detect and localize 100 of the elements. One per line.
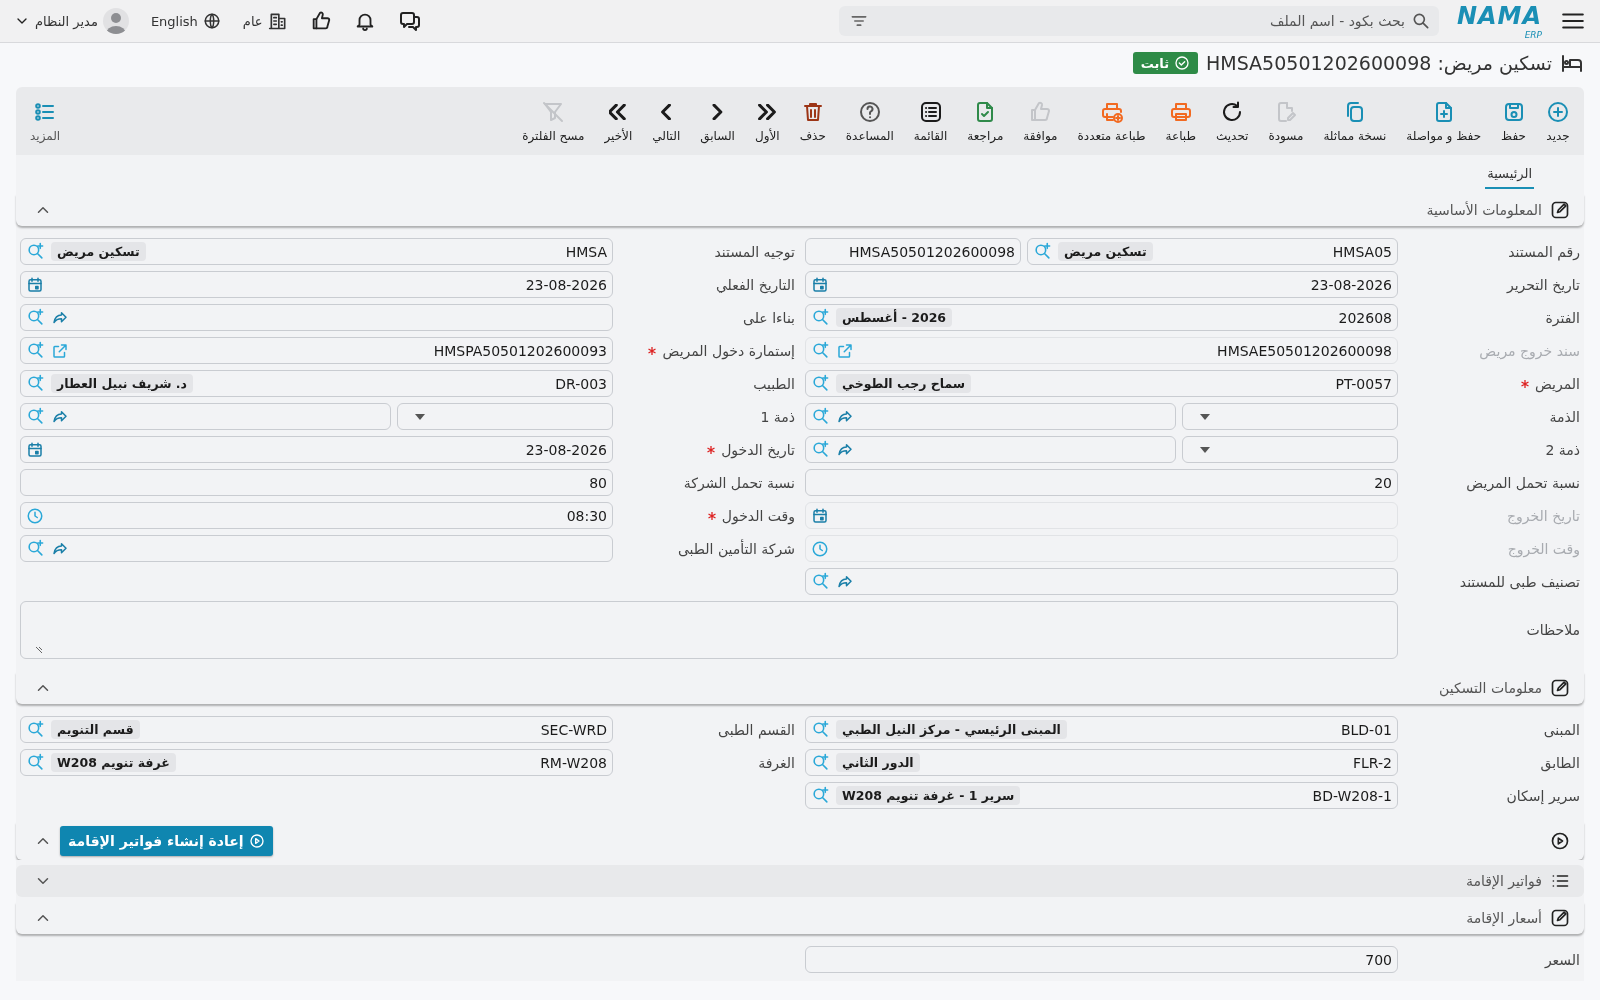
field-label: سند خروج مريض [1479,342,1580,359]
lookup-name: 2026 - أغسطس [836,308,953,327]
external-link-icon [51,341,69,360]
field-label: الغرفة [758,754,795,771]
thumbs-up-icon [1028,99,1053,124]
section-header[interactable]: أسعار الإقامة [16,902,1584,934]
date-field[interactable]: 23-08-2026 [805,271,1398,298]
search-plus-icon [26,407,45,426]
field-label: نسبة تحمل المريض [1466,474,1580,491]
previous-button[interactable]: السابق [692,95,743,147]
logo: NAMA ERP [1456,2,1542,40]
save-button[interactable]: حفظ [1493,95,1534,147]
list-button[interactable]: القائمة [905,95,956,147]
field-label: الطبيب [753,375,795,392]
lookup-name: سماح رجب الطوخي [836,374,972,393]
section-header[interactable]: فواتير الإقامة [16,865,1584,897]
print-button[interactable]: طباعة [1157,95,1204,147]
regenerate-invoices-button[interactable]: إعادة إنشاء فواتير الإقامة [60,826,273,856]
number-field[interactable]: 80 [20,469,613,496]
search-plus-icon [811,341,830,360]
field-label: شركة التأمين الطبى [677,540,795,557]
search-plus-icon [811,753,830,772]
field-label: سرير إسكان [1506,787,1580,804]
multi-print-button[interactable]: طباعة متعددة [1069,95,1154,147]
lookup-name: قسم التنويم [51,720,140,739]
notes-field[interactable] [20,601,1398,659]
field-label: إستمارة دخول المريض [662,342,795,359]
lookup-name: المبنى الرئيسي - مركز النيل الطبي [836,720,1067,739]
branch-link[interactable]: عام [242,13,263,29]
lookup-field[interactable] [805,403,1176,430]
field-label: تاريخ التحرير [1506,276,1580,293]
search-plus-icon [26,341,45,360]
edit-icon [1550,200,1570,220]
field-label: وقت الدخول [721,507,795,524]
section-header[interactable]: إعادة إنشاء فواتير الإقامة [16,822,1584,860]
document-title: تسكين مريض: HMSA50501202600098 [1206,52,1552,74]
search-plus-icon [26,753,45,772]
lookup-field[interactable]: HMSPA50501202600093 [20,337,613,364]
language-link[interactable]: English [150,13,198,29]
save-continue-button[interactable]: حفظ و مواصلة [1398,95,1490,147]
copy-button[interactable]: نسخة مماثلة [1315,95,1395,147]
lookup-field[interactable] [20,403,391,430]
new-button[interactable]: جديد [1538,95,1578,147]
field-label: نسبة تحمل الشركة [683,474,795,491]
search-plus-icon [811,374,830,393]
help-button[interactable]: المساعدة [837,95,902,147]
search-plus-icon [26,308,45,327]
caret-icon [1200,413,1210,420]
search-field[interactable]: بحث بكود - اسم الملف [838,6,1439,36]
lookup-name: د. شريف نبيل العطار [51,374,194,393]
calendar-icon [26,440,44,459]
lookup-field[interactable] [20,535,613,562]
lookup-name: تسكين مريض [1058,242,1153,261]
section-header[interactable]: معلومات التسكين [16,672,1584,704]
field-label: المبنى [1543,721,1580,738]
search-plus-icon [811,720,830,739]
next-button[interactable]: التالي [644,95,689,147]
time-field[interactable]: 08:30 [20,502,613,529]
play-circle-icon [248,833,265,849]
lookup-field[interactable] [20,304,613,331]
review-button[interactable]: مراجعة [959,95,1012,147]
first-button[interactable]: الأول [746,95,788,147]
more-button[interactable]: المزيد [22,95,69,147]
caret-icon [415,413,425,420]
date-field[interactable]: 23-08-2026 [20,271,613,298]
search-plus-icon [811,786,830,805]
lookup-field[interactable] [805,436,1176,463]
last-button[interactable]: الأخير [596,95,641,147]
field-label: تصنيف طبى للمستند [1459,573,1580,590]
delete-button[interactable]: حذف [791,95,834,147]
section-header[interactable]: المعلومات الأساسية [16,194,1584,226]
dropdown-field[interactable] [1182,403,1398,430]
date-field[interactable]: 23-08-2026 [20,436,613,463]
search-plus-icon [1033,242,1052,261]
building-icon [267,11,288,31]
dropdown-field[interactable] [397,403,613,430]
user-name[interactable]: مدير النظام [35,13,98,29]
number-field[interactable]: 700 [805,946,1398,973]
text-field[interactable]: HMSA50501202600098 [805,238,1021,265]
search-plus-icon [811,308,830,327]
calendar-icon [811,275,829,294]
section-title: فواتير الإقامة [1466,873,1542,889]
search-plus-icon [26,539,45,558]
field-label: ذمة 2 [1545,441,1580,458]
globe-icon [202,12,221,30]
field-label: التاريخ الفعلي [715,276,795,293]
lookup-name: سرير 1 - غرفة تنويم W208 [836,786,1021,805]
filter-off-icon [541,99,566,124]
number-field[interactable]: 20 [805,469,1398,496]
dropdown-field[interactable] [1182,436,1398,463]
search-plus-icon [811,440,830,459]
edit-icon [1550,678,1570,698]
field-label: ذمة 1 [760,408,795,425]
lookup-name: غرفة تنويم W208 [51,753,176,772]
refresh-button[interactable]: تحديث [1207,95,1257,147]
search-plus-icon [811,572,830,591]
lookup-field[interactable] [805,568,1398,595]
field-label: القسم الطبى [717,721,795,738]
field-label: الذمة [1549,408,1580,425]
status-badge: ثابت [1132,52,1199,74]
